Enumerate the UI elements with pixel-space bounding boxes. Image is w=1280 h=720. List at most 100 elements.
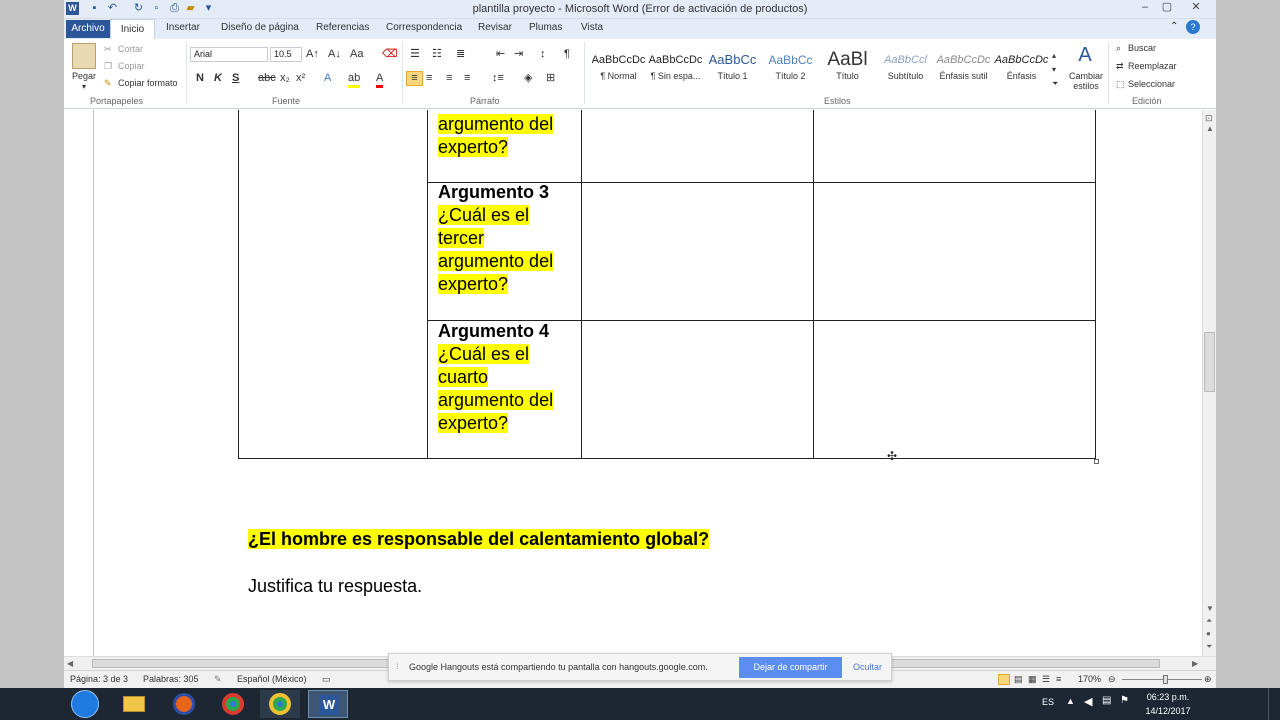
- action-center-icon[interactable]: ⚑: [1120, 695, 1129, 706]
- text-effects-icon[interactable]: A: [324, 72, 331, 85]
- show-marks-icon[interactable]: ¶: [564, 48, 570, 61]
- network-icon[interactable]: ▤: [1102, 695, 1111, 706]
- tab-file[interactable]: Archivo: [66, 20, 110, 38]
- tab-add-ins[interactable]: Plumas: [529, 22, 562, 33]
- chrome-icon[interactable]: [213, 690, 253, 718]
- underline-icon[interactable]: S: [232, 72, 239, 85]
- style-heading-1[interactable]: AaBbCc Título 1: [704, 46, 761, 86]
- web-layout-icon[interactable]: ▦: [1028, 674, 1037, 685]
- sort-icon[interactable]: ↕: [540, 48, 546, 61]
- copy-button[interactable]: Copiar: [118, 61, 145, 71]
- help-icon[interactable]: ?: [1186, 20, 1200, 34]
- tab-references[interactable]: Referencias: [316, 22, 369, 33]
- font-size-combo[interactable]: 10.5: [270, 47, 302, 62]
- next-page-icon[interactable]: ⏷: [1206, 642, 1212, 652]
- zoom-slider[interactable]: [1122, 679, 1202, 680]
- change-styles-icon[interactable]: A: [1072, 43, 1098, 67]
- superscript-icon[interactable]: x²: [296, 72, 305, 85]
- shading-icon[interactable]: ◈: [524, 72, 532, 85]
- outline-icon[interactable]: ☰: [1042, 674, 1050, 685]
- tab-insert[interactable]: Insertar: [166, 22, 200, 33]
- style-heading-2[interactable]: AaBbCc Título 2: [762, 46, 819, 86]
- language-status[interactable]: Español (México): [237, 674, 307, 684]
- start-button[interactable]: [66, 690, 104, 718]
- tab-view[interactable]: Vista: [581, 22, 603, 33]
- volume-icon[interactable]: ◀: [1084, 695, 1092, 708]
- browse-object-icon[interactable]: ●: [1206, 629, 1211, 638]
- style-normal[interactable]: AaBbCcDc ¶ Normal: [590, 46, 647, 86]
- show-hidden-icons-icon[interactable]: ▲: [1066, 696, 1075, 706]
- document-area[interactable]: argumento del experto? Argumento 3 ¿Cuál…: [64, 110, 1202, 656]
- zoom-in-icon[interactable]: ⊕: [1204, 674, 1212, 685]
- drag-handle-icon[interactable]: ⁞: [396, 661, 399, 671]
- vertical-scrollbar[interactable]: ⊡ ▲ ▼ ⏶ ● ⏷: [1202, 110, 1216, 656]
- file-explorer-icon[interactable]: [114, 690, 154, 718]
- strikethrough-icon[interactable]: abc: [258, 72, 276, 85]
- previous-page-icon[interactable]: ⏶: [1206, 616, 1212, 626]
- style-emphasis[interactable]: AaBbCcDc Énfasis: [993, 46, 1050, 86]
- scroll-down-icon[interactable]: ▼: [1206, 604, 1214, 613]
- line-spacing-icon[interactable]: ↕≡: [492, 72, 504, 85]
- style-subtitle[interactable]: AaBbCcl Subtítulo: [877, 46, 934, 86]
- highlight-icon[interactable]: ab: [348, 72, 361, 88]
- borders-icon[interactable]: ⊞: [546, 72, 555, 85]
- paste-icon[interactable]: [72, 43, 96, 69]
- styles-scroll-down-icon[interactable]: ▾: [1052, 63, 1056, 76]
- styles-scroll-up-icon[interactable]: ▴: [1052, 49, 1056, 62]
- input-language[interactable]: ES: [1042, 697, 1054, 707]
- stop-sharing-button[interactable]: Dejar de compartir: [739, 657, 842, 678]
- increase-indent-icon[interactable]: ⇥: [514, 48, 523, 61]
- font-color-icon[interactable]: A: [376, 72, 384, 88]
- multilevel-list-icon[interactable]: ≣: [456, 48, 465, 61]
- style-no-spacing[interactable]: AaBbCcDc ¶ Sin espa...: [647, 46, 704, 86]
- align-left-icon[interactable]: ≡: [406, 71, 423, 86]
- tab-review[interactable]: Revisar: [478, 22, 512, 33]
- word-count[interactable]: Palabras: 305: [143, 674, 199, 684]
- table-cell-argument-3[interactable]: Argumento 3 ¿Cuál es el tercer argumento…: [438, 181, 554, 296]
- full-screen-reading-icon[interactable]: ▤: [1014, 674, 1023, 685]
- justify-icon[interactable]: ≡: [464, 72, 470, 85]
- bullets-icon[interactable]: ☰: [410, 48, 420, 61]
- format-painter-button[interactable]: Copiar formato: [118, 78, 178, 88]
- tab-home[interactable]: Inicio: [110, 19, 155, 40]
- clear-format-icon[interactable]: ⌫: [382, 48, 398, 61]
- subscript-icon[interactable]: x₂: [280, 72, 290, 85]
- close-button[interactable]: ✕: [1178, 0, 1214, 16]
- table-resize-handle[interactable]: [1094, 459, 1099, 464]
- show-desktop-button[interactable]: [1268, 688, 1280, 720]
- ruler-toggle-icon[interactable]: ⊡: [1205, 113, 1213, 124]
- shrink-font-icon[interactable]: A↓: [328, 48, 341, 61]
- align-center-icon[interactable]: ≡: [426, 72, 432, 85]
- print-layout-icon[interactable]: [998, 674, 1010, 685]
- font-name-combo[interactable]: Arial: [190, 47, 268, 62]
- tab-page-layout[interactable]: Diseño de página: [221, 22, 299, 33]
- zoom-level[interactable]: 170%: [1078, 674, 1101, 684]
- maximize-button[interactable]: ▢: [1156, 0, 1178, 16]
- bold-icon[interactable]: N: [196, 72, 204, 85]
- scroll-up-icon[interactable]: ▲: [1206, 124, 1214, 133]
- select-button[interactable]: Seleccionar: [1128, 79, 1175, 89]
- zoom-slider-thumb[interactable]: [1163, 675, 1168, 684]
- hide-share-button[interactable]: Ocultar: [853, 662, 882, 672]
- style-title[interactable]: AaBl Título: [819, 46, 876, 86]
- cut-button[interactable]: Cortar: [118, 44, 143, 54]
- tab-mailings[interactable]: Correspondencia: [386, 22, 462, 33]
- decrease-indent-icon[interactable]: ⇤: [496, 48, 505, 61]
- instruction-text[interactable]: Justifica tu respuesta.: [248, 575, 422, 598]
- word-taskbar-icon[interactable]: W: [308, 690, 348, 718]
- italic-icon[interactable]: K: [214, 72, 222, 85]
- chrome-window-icon[interactable]: [260, 690, 300, 718]
- styles-more-icon[interactable]: ⏷: [1052, 77, 1058, 90]
- paste-dropdown-icon[interactable]: ▾: [82, 82, 86, 91]
- minimize-button[interactable]: –: [1134, 0, 1156, 16]
- style-subtle-emphasis[interactable]: AaBbCcDc Énfasis sutil: [935, 46, 992, 86]
- page-count[interactable]: Página: 3 de 3: [70, 674, 128, 684]
- proofing-icon[interactable]: ✎: [214, 674, 222, 685]
- scroll-right-icon[interactable]: ▶: [1192, 659, 1198, 668]
- clock-time[interactable]: 06:23 p.m.: [1140, 692, 1196, 702]
- draft-icon[interactable]: ≡: [1056, 674, 1061, 684]
- scroll-left-icon[interactable]: ◀: [67, 659, 73, 668]
- grow-font-icon[interactable]: A↑: [306, 48, 319, 61]
- paste-button[interactable]: Pegar: [72, 71, 96, 81]
- align-right-icon[interactable]: ≡: [446, 72, 452, 85]
